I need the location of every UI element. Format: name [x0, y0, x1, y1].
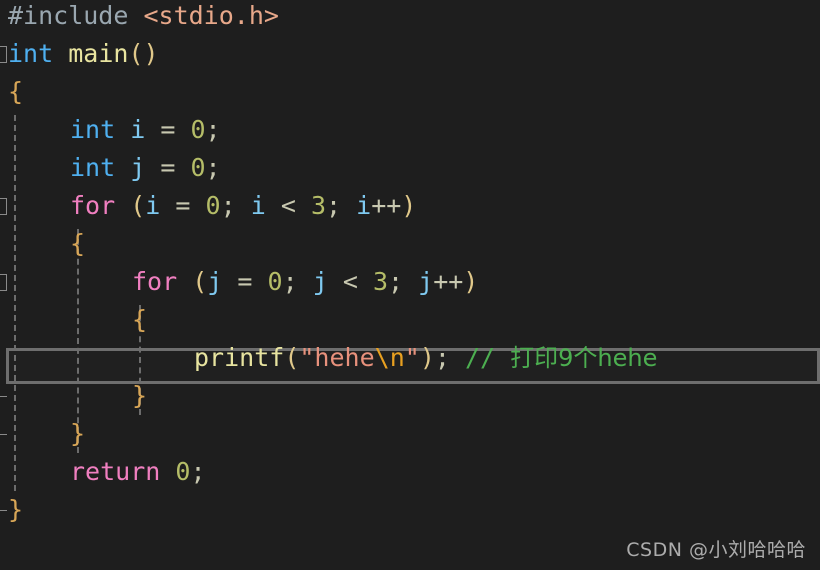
- token-type: int: [70, 153, 116, 182]
- code-line[interactable]: int j = 0;: [0, 149, 820, 187]
- token-comment-cjk: 打印9个hehe: [510, 344, 658, 372]
- token-paren: (: [284, 343, 300, 372]
- token-brace: }: [8, 495, 24, 524]
- token-number: 3: [372, 267, 389, 296]
- token-operator: ++: [371, 191, 402, 220]
- token-punct: ;: [220, 191, 251, 220]
- token-operator: <: [280, 191, 296, 220]
- token-punct: ;: [434, 343, 465, 372]
- token-paren: (: [192, 267, 208, 296]
- token-comment: //: [464, 343, 511, 372]
- token-brace: {: [132, 305, 148, 334]
- token-escape: \n: [374, 343, 405, 372]
- token-number: 0: [175, 457, 191, 486]
- csdn-watermark: CSDN @小刘哈哈哈: [626, 539, 806, 561]
- token-keyword: return: [70, 457, 161, 486]
- token-function: main: [68, 39, 129, 68]
- token-keyword: for: [70, 191, 116, 220]
- token-paren: ): [463, 267, 479, 296]
- token-paren: (): [128, 39, 159, 68]
- code-content[interactable]: #include <stdio.h> int main(){int i = 0; i…: [0, 0, 820, 570]
- code-line[interactable]: {: [0, 73, 820, 111]
- token-operator: =: [160, 153, 176, 182]
- token-operator: =: [160, 115, 176, 144]
- token-keyword: for: [132, 267, 178, 296]
- token-punct: ;: [205, 153, 221, 182]
- token-paren: (: [130, 191, 146, 220]
- code-line[interactable]: printf("hehe\n"); // 打印9个hehe: [0, 339, 820, 377]
- token-variable: j: [418, 267, 434, 296]
- token-number: 0: [190, 153, 206, 182]
- code-line[interactable]: }: [0, 415, 820, 453]
- token-function: printf: [194, 343, 285, 372]
- code-line[interactable]: #include <stdio.h>: [0, 0, 820, 35]
- code-line[interactable]: return 0;: [0, 453, 820, 491]
- token-punct: ;: [190, 457, 206, 486]
- token-variable: j: [312, 267, 328, 296]
- code-line[interactable]: }: [0, 377, 820, 415]
- token-type: int: [8, 39, 54, 68]
- token-brace: }: [132, 381, 148, 410]
- token-operator: ++: [433, 267, 464, 296]
- token-variable: i: [130, 115, 146, 144]
- token-paren: ): [419, 343, 435, 372]
- token-operator: <: [342, 267, 358, 296]
- token-number: 0: [190, 115, 206, 144]
- token-variable: j: [207, 267, 223, 296]
- token-operator: =: [175, 191, 191, 220]
- token-punct: ;: [326, 191, 357, 220]
- token-type: int: [70, 115, 116, 144]
- token-number: 0: [267, 267, 283, 296]
- token-variable: i: [145, 191, 161, 220]
- code-line[interactable]: for (i = 0; i < 3; i++): [0, 187, 820, 225]
- code-line[interactable]: }: [0, 491, 820, 529]
- token-brace: {: [8, 77, 24, 106]
- code-editor-screenshot: #include <stdio.h> int main(){int i = 0; i…: [0, 0, 820, 570]
- token-operator: =: [237, 267, 253, 296]
- code-line[interactable]: {: [0, 225, 820, 263]
- code-line[interactable]: {: [0, 301, 820, 339]
- token-punct: ;: [205, 115, 221, 144]
- code-line[interactable]: for (j = 0; j < 3; j++): [0, 263, 820, 301]
- token-variable: i: [356, 191, 372, 220]
- token-number: 3: [310, 191, 327, 220]
- token-variable: j: [130, 153, 146, 182]
- token-paren: ): [401, 191, 417, 220]
- token-brace: }: [70, 419, 86, 448]
- token-number: 0: [205, 191, 221, 220]
- token-string: ": [404, 343, 420, 372]
- token-header: <stdio.h>: [143, 1, 279, 30]
- token-variable: i: [250, 191, 266, 220]
- token-punct: ;: [282, 267, 313, 296]
- token-preprocessor: #include: [8, 1, 144, 30]
- token-brace: {: [70, 229, 86, 258]
- token-string: "hehe: [299, 343, 375, 372]
- code-line[interactable]: int main(): [0, 35, 820, 73]
- code-line[interactable]: int i = 0;: [0, 111, 820, 149]
- token-punct: ;: [388, 267, 419, 296]
